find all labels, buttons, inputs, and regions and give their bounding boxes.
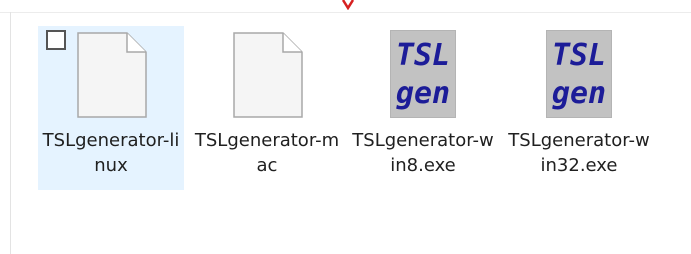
tsl-gen-app-icon: TSL gen bbox=[546, 30, 612, 118]
file-item-tslgenerator-win8-exe[interactable]: TSL gen TSLgenerator-win8.exe bbox=[350, 26, 496, 190]
select-checkbox[interactable] bbox=[46, 30, 66, 50]
tsl-icon-line2: gen bbox=[395, 76, 451, 111]
tsl-icon-line1: TSL bbox=[395, 38, 451, 73]
file-item-tslgenerator-linux[interactable]: TSLgenerator-linux bbox=[38, 26, 184, 190]
tsl-icon-line1: TSL bbox=[551, 38, 607, 73]
file-name-label: TSLgenerator-win32.exe bbox=[508, 130, 650, 176]
tsl-icon-line2: gen bbox=[551, 76, 607, 111]
red-arrow-mark-icon bbox=[342, 0, 354, 10]
left-pane-border bbox=[10, 12, 11, 254]
file-name-label: TSLgenerator-linux bbox=[42, 130, 180, 176]
file-name-label: TSLgenerator-win8.exe bbox=[352, 130, 494, 176]
blank-file-icon bbox=[233, 32, 303, 118]
file-name-label: TSLgenerator-mac bbox=[194, 130, 340, 176]
file-item-tslgenerator-mac[interactable]: TSLgenerator-mac bbox=[194, 26, 340, 190]
file-item-tslgenerator-win32-exe[interactable]: TSL gen TSLgenerator-win32.exe bbox=[506, 26, 652, 190]
explorer-file-view: TSLgenerator-linux TSLgenerator-mac TSL … bbox=[0, 0, 691, 254]
blank-file-icon bbox=[77, 32, 147, 118]
tsl-gen-app-icon: TSL gen bbox=[390, 30, 456, 118]
